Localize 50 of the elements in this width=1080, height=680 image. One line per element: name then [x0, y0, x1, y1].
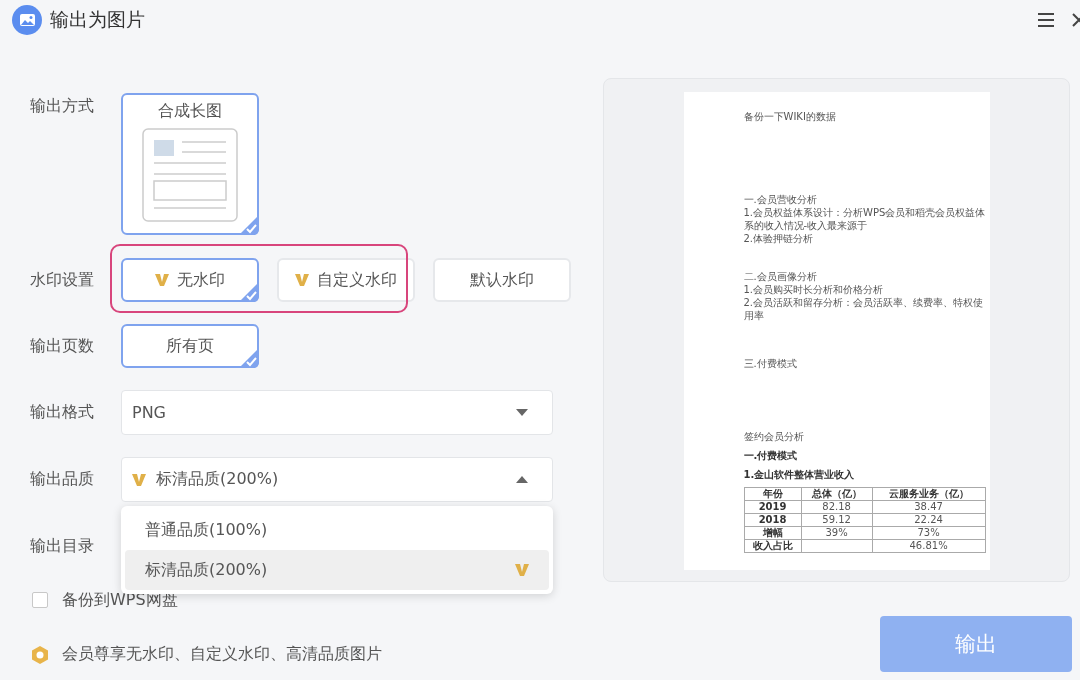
watermark-option[interactable]: 默认水印: [433, 258, 571, 302]
table-cell: 收入占比: [744, 539, 802, 553]
caret-icon: [516, 409, 528, 416]
caret-icon: [516, 476, 528, 483]
table-cell: 46.81%: [872, 539, 985, 553]
table-header: 总体（亿）: [801, 487, 873, 501]
table-cell: 增幅: [744, 526, 802, 540]
menu-icon[interactable]: [1038, 13, 1054, 27]
document-text: 1.会员购买时长分析和价格分析: [743, 283, 885, 296]
check-icon: [239, 348, 259, 368]
format-dropdown[interactable]: PNG: [121, 390, 553, 435]
table-cell: 82.18: [801, 500, 873, 514]
watermark-option[interactable]: 无水印: [121, 258, 259, 302]
output-mode-option[interactable]: 合成长图: [121, 93, 259, 235]
field-label: 输出品质: [30, 469, 95, 490]
field-label: 输出页数: [30, 335, 95, 357]
table-cell: 39%: [801, 526, 873, 540]
page-range-option[interactable]: 所有页: [121, 324, 259, 368]
member-note: 会员尊享无水印、自定义水印、高清品质图片: [62, 644, 382, 665]
checkbox[interactable]: [32, 592, 48, 608]
table-cell: 22.24: [872, 513, 985, 527]
table-cell: 2018: [744, 513, 802, 527]
field-label: 输出目录: [30, 535, 95, 557]
watermark-option[interactable]: 自定义水印: [277, 258, 415, 302]
document-text: 备份一下WIKI的数据: [743, 110, 837, 123]
image-app-icon: [12, 5, 42, 35]
document-text: 签约会员分析: [743, 430, 805, 443]
menu-item[interactable]: 普通品质(100%): [125, 510, 549, 550]
document-text: 2.体验押链分析: [743, 232, 815, 245]
document-text: 1.金山软件整体营业收入: [743, 468, 856, 481]
document-text: 三.付费模式: [743, 357, 798, 370]
table-header: 云服务业务（亿）: [872, 487, 985, 501]
document-text: 二.会员画像分析: [743, 270, 818, 283]
document-text: 一.付费模式: [743, 449, 799, 462]
document-text: 1.会员权益体系设计：分析WPS会员和稻壳会员权益体系的收入情况-收入最来源于: [743, 206, 987, 232]
check-icon: [239, 215, 259, 235]
check-icon: [239, 282, 259, 302]
window-title: 输出为图片: [50, 7, 145, 32]
field-label: 输出格式: [30, 402, 95, 423]
hexagon-icon: [30, 644, 50, 665]
table-header: 年份: [744, 487, 802, 501]
field-label: 输出方式: [30, 95, 95, 117]
table-cell: 59.12: [801, 513, 873, 527]
menu-item[interactable]: 标清品质(200%): [125, 550, 549, 590]
field-label: 水印设置: [30, 269, 95, 291]
table-cell: 2019: [744, 500, 802, 514]
table-cell: 73%: [872, 526, 985, 540]
document-text: 一.会员营收分析: [743, 193, 818, 206]
document-text: 2.会员活跃和留存分析：会员活跃率、续费率、特权使用率: [743, 296, 985, 322]
table-cell: 38.47: [872, 500, 985, 514]
